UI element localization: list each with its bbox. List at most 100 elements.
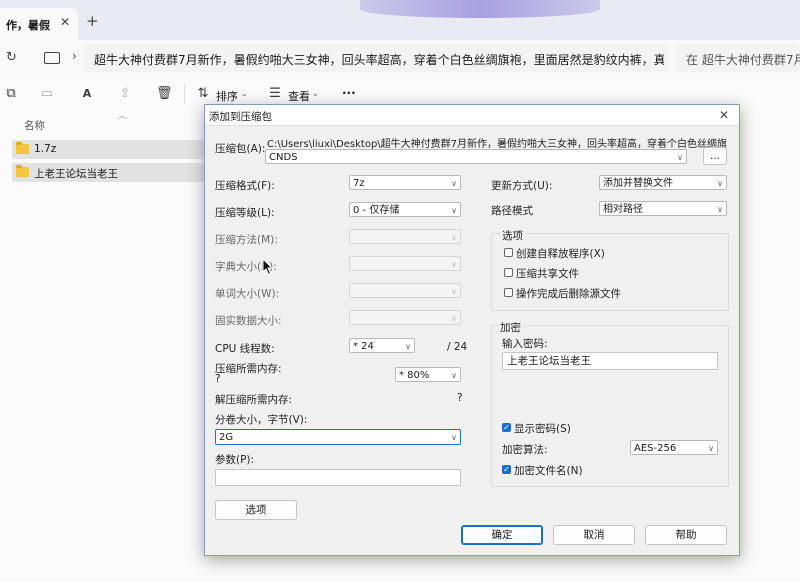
list-item[interactable]: 1.7z xyxy=(12,140,204,159)
tab-active[interactable]: 作，暑假 ✕ xyxy=(0,8,78,40)
add-to-archive-dialog: 添加到压缩包 ✕ 压缩包(A): C:\Users\liuxi\Desktop\… xyxy=(204,104,740,556)
close-icon[interactable]: ✕ xyxy=(719,108,729,122)
file-name: 1.7z xyxy=(34,143,57,155)
path-text: 超牛大神付费群7月新作，暑假约啪大三女神，回头率超高，穿着个白色丝绸旗袍，里面居… xyxy=(94,53,664,67)
chevron-down-icon: ∨ xyxy=(405,342,411,351)
chevron-down-icon: ∨ xyxy=(717,179,723,188)
chevron-down-icon: ∨ xyxy=(451,314,457,323)
mouse-cursor-icon xyxy=(262,258,274,276)
sort-up-icon: ︿ xyxy=(118,111,126,120)
search-input[interactable]: 在 超牛大神付费群7月新 xyxy=(676,44,800,72)
chevron-down-icon: ∨ xyxy=(451,233,457,242)
params-input[interactable] xyxy=(215,469,461,486)
tab-bar: 作，暑假 ✕ + xyxy=(0,0,800,40)
path-field[interactable]: 超牛大神付费群7月新作，暑假约啪大三女神，回头率超高，穿着个白色丝绸旗袍，里面居… xyxy=(84,44,668,72)
chevron-down-icon: ∨ xyxy=(451,206,457,215)
method-combo: ∨ xyxy=(349,229,461,244)
chevron-right-icon[interactable]: › xyxy=(72,49,77,63)
show-password-label: 显示密码(S) xyxy=(514,423,571,435)
pathmode-value: 相对路径 xyxy=(603,204,643,215)
sfx-checkbox[interactable] xyxy=(504,248,513,257)
password-value: 上老王论坛当老王 xyxy=(507,355,591,367)
folder-icon xyxy=(16,165,29,177)
chevron-down-icon: ∨ xyxy=(677,153,683,162)
view-button[interactable]: 查看 xyxy=(288,88,310,104)
sort-chevron-icon: ⌄ xyxy=(241,89,248,98)
list-item[interactable]: 上老王论坛当老王 xyxy=(12,163,204,182)
shared-checkbox[interactable] xyxy=(504,268,513,277)
pathmode-combo[interactable]: 相对路径 ∨ xyxy=(599,201,727,216)
delete-icon[interactable]: 🗑 xyxy=(156,87,173,101)
encrypt-names-label: 加密文件名(N) xyxy=(514,465,583,477)
copy-icon[interactable]: ⧉ xyxy=(4,87,18,101)
solid-label: 固实数据大小: xyxy=(215,315,282,327)
cpu-max: / 24 xyxy=(447,341,468,353)
sort-button[interactable]: 排序 xyxy=(216,88,238,104)
update-label: 更新方式(U): xyxy=(491,180,553,192)
cancel-button[interactable]: 取消 xyxy=(553,525,635,545)
options-group-title: 选项 xyxy=(500,228,525,243)
dialog-titlebar[interactable]: 添加到压缩包 ✕ xyxy=(205,105,739,126)
refresh-icon[interactable]: ↻ xyxy=(6,50,17,65)
cpu-value: * 24 xyxy=(353,341,374,352)
view-icon[interactable]: ☰ xyxy=(268,87,282,101)
word-combo: ∨ xyxy=(349,283,461,298)
show-password-checkbox[interactable]: ✓ xyxy=(502,423,511,432)
mem-percent-combo[interactable]: * 80% ∨ xyxy=(395,367,461,382)
monitor-icon[interactable] xyxy=(44,52,60,64)
plus-icon[interactable]: + xyxy=(86,12,99,30)
password-input[interactable]: 上老王论坛当老王 xyxy=(502,352,718,370)
sort-icon[interactable]: ⇅ xyxy=(196,87,210,101)
archive-label: 压缩包(A): xyxy=(215,143,266,155)
level-value: 0 - 仅存储 xyxy=(353,205,400,216)
level-combo[interactable]: 0 - 仅存储 ∨ xyxy=(349,202,461,217)
decomp-label: 解压缩所需内存: xyxy=(215,394,293,406)
browse-button[interactable]: ... xyxy=(703,147,727,165)
dialog-title: 添加到压缩包 xyxy=(209,111,272,123)
volume-combo[interactable]: 2G ∨ xyxy=(215,429,461,445)
folder-icon xyxy=(16,142,29,154)
archive-name-combo[interactable]: CNDS ∨ xyxy=(265,149,687,164)
paste-icon[interactable]: ▭ xyxy=(40,87,54,101)
update-combo[interactable]: 添加并替换文件 ∨ xyxy=(599,175,727,190)
rename-icon[interactable]: A xyxy=(80,87,94,101)
format-value: 7z xyxy=(353,178,365,189)
mem-value: ? xyxy=(215,373,221,385)
chevron-down-icon: ∨ xyxy=(451,179,457,188)
chevron-down-icon: ∨ xyxy=(451,371,457,380)
volume-label: 分卷大小，字节(V): xyxy=(215,414,308,426)
close-icon[interactable]: ✕ xyxy=(60,15,70,29)
shared-label: 压缩共享文件 xyxy=(516,268,579,280)
options-group: 选项 创建自释放程序(X) 压缩共享文件 操作完成后删除源文件 xyxy=(491,228,729,311)
password-label: 输入密码: xyxy=(502,338,548,350)
options-button[interactable]: 选项 xyxy=(215,500,297,520)
ok-button[interactable]: 确定 xyxy=(461,525,543,545)
dict-combo: ∨ xyxy=(349,256,461,271)
solid-combo: ∨ xyxy=(349,310,461,325)
encryption-group: 加密 输入密码: 上老王论坛当老王 ✓ 显示密码(S) 加密算法: AES-25… xyxy=(491,320,729,487)
chevron-down-icon: ∨ xyxy=(451,287,457,296)
params-label: 参数(P): xyxy=(215,454,255,466)
more-button[interactable]: ··· xyxy=(342,86,356,100)
column-header-name[interactable]: 名称 xyxy=(24,118,45,133)
tab-title: 作，暑假 xyxy=(6,19,50,32)
file-name: 上老王论坛当老王 xyxy=(34,168,118,180)
format-combo[interactable]: 7z ∨ xyxy=(349,175,461,190)
update-value: 添加并替换文件 xyxy=(603,178,673,189)
encryption-group-title: 加密 xyxy=(498,320,523,335)
sfx-label: 创建自释放程序(X) xyxy=(516,248,605,260)
chevron-down-icon: ∨ xyxy=(451,433,457,442)
toolbar-divider xyxy=(184,84,185,104)
encrypt-names-checkbox[interactable]: ✓ xyxy=(502,465,511,474)
share-icon[interactable]: ⇪ xyxy=(118,87,132,101)
help-button[interactable]: 帮助 xyxy=(645,525,727,545)
archive-name-value: CNDS xyxy=(269,152,298,163)
level-label: 压缩等级(L): xyxy=(215,207,275,219)
decomp-value: ? xyxy=(457,392,463,404)
cpu-combo[interactable]: * 24 ∨ xyxy=(349,338,415,353)
method-label: 压缩方法(M): xyxy=(215,234,278,246)
chevron-down-icon: ∨ xyxy=(451,260,457,269)
chevron-down-icon: ∨ xyxy=(708,444,714,453)
enc-method-combo[interactable]: AES-256 ∨ xyxy=(630,440,718,455)
delete-source-checkbox[interactable] xyxy=(504,288,513,297)
